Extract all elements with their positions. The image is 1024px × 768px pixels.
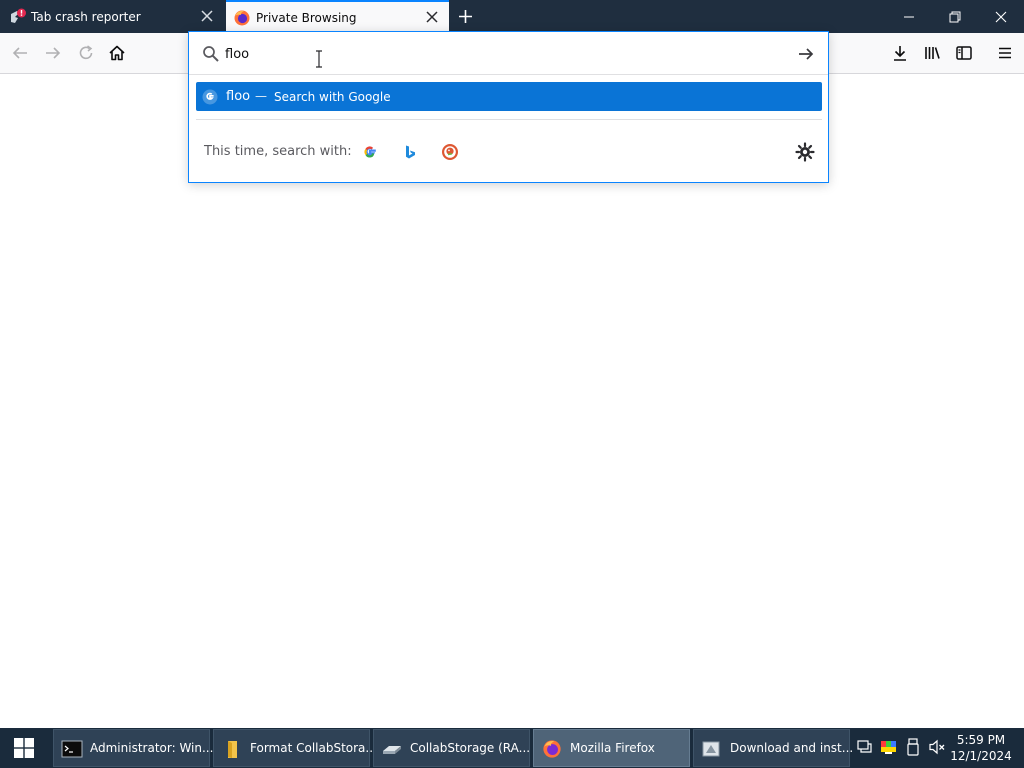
reload-icon xyxy=(79,45,93,60)
clock-time[interactable]: 5:59 PM xyxy=(940,733,1022,747)
tab-strip: Tab crash reporter Private Browsing xyxy=(0,0,1024,33)
close-icon xyxy=(995,11,1007,22)
taskbar-item-label: Mozilla Firefox xyxy=(570,741,655,755)
forward-arrow-icon xyxy=(46,47,61,59)
tab-label: Tab crash reporter xyxy=(31,10,141,24)
download-icon xyxy=(894,46,906,61)
forward-button[interactable] xyxy=(43,43,63,63)
duckduckgo-one-off-button[interactable] xyxy=(438,140,462,164)
bing-logo-icon xyxy=(406,145,415,159)
close-tab-icon[interactable] xyxy=(425,10,439,24)
taskbar-item-administrator[interactable]: Administrator: Win... xyxy=(53,729,214,767)
search-input[interactable] xyxy=(223,42,783,66)
tab-private-browsing[interactable]: Private Browsing xyxy=(226,0,449,33)
home-icon xyxy=(109,45,125,61)
network-icon[interactable] xyxy=(856,738,874,756)
restore-window-button[interactable] xyxy=(932,0,978,33)
reload-button[interactable] xyxy=(76,43,96,63)
back-button[interactable] xyxy=(10,43,30,63)
back-arrow-icon xyxy=(12,47,27,59)
suggestion-term: floo xyxy=(226,89,251,104)
taskbar-item-collabstorage[interactable]: CollabStorage (RA... xyxy=(373,729,530,767)
new-tab-plus-icon[interactable] xyxy=(457,8,474,25)
home-button[interactable] xyxy=(107,43,127,63)
usb-device-icon[interactable] xyxy=(904,738,922,756)
color-display-icon[interactable] xyxy=(880,738,898,756)
windows-logo-icon xyxy=(14,738,34,758)
search-suggestion-row[interactable]: floo — Search with Google xyxy=(196,82,822,111)
firefox-icon xyxy=(541,739,563,759)
google-one-off-button[interactable] xyxy=(358,140,382,164)
close-window-button[interactable] xyxy=(978,0,1024,33)
duckduckgo-logo-icon xyxy=(442,144,458,160)
search-field-row xyxy=(189,32,828,75)
firefox-logo-icon xyxy=(233,9,250,26)
minimize-icon xyxy=(904,16,914,17)
installer-icon xyxy=(701,739,723,759)
search-icon xyxy=(202,45,220,63)
library-icon xyxy=(925,47,940,59)
downloads-button[interactable] xyxy=(890,43,910,63)
taskbar-item-label: CollabStorage (RA... xyxy=(410,741,531,755)
start-button[interactable] xyxy=(0,728,48,768)
sidebar-icon xyxy=(956,46,972,60)
divider xyxy=(196,119,822,120)
taskbar-item-firefox[interactable]: Mozilla Firefox xyxy=(533,729,690,767)
search-go-arrow-icon[interactable] xyxy=(796,44,816,64)
suggestion-action-label: Search with Google xyxy=(274,90,391,104)
text-cursor-icon xyxy=(314,50,324,68)
folder-icon xyxy=(221,739,243,759)
taskbar-item-label: Download and inst... xyxy=(730,741,854,755)
one-off-search-label: This time, search with: xyxy=(204,144,352,159)
tab-crash-reporter[interactable]: Tab crash reporter xyxy=(0,0,223,33)
restore-icon xyxy=(949,11,961,22)
close-tab-icon[interactable] xyxy=(200,9,214,23)
tab-label: Private Browsing xyxy=(256,11,357,25)
hamburger-menu-icon xyxy=(999,47,1011,59)
windows-taskbar: Administrator: Win... Format CollabStora… xyxy=(0,728,1024,768)
taskbar-item-label: Format CollabStora... xyxy=(250,741,377,755)
terminal-icon xyxy=(61,739,83,759)
suggestion-separator: — xyxy=(255,89,267,103)
taskbar-item-download[interactable]: Download and inst... xyxy=(693,729,854,767)
google-logo-icon xyxy=(364,146,376,158)
taskbar-item-format[interactable]: Format CollabStora... xyxy=(213,729,377,767)
taskbar-item-label: Administrator: Win... xyxy=(90,741,214,755)
library-button[interactable] xyxy=(922,43,942,63)
drive-icon xyxy=(381,739,403,759)
search-popup: floo — Search with Google This time, sea… xyxy=(188,31,829,183)
crash-reporter-icon xyxy=(9,8,26,25)
bing-one-off-button[interactable] xyxy=(398,140,422,164)
google-engine-icon xyxy=(202,89,218,105)
search-settings-gear-icon[interactable] xyxy=(794,141,816,163)
minimize-window-button[interactable] xyxy=(886,0,932,33)
clock-date[interactable]: 12/1/2024 xyxy=(940,749,1022,763)
open-menu-button[interactable] xyxy=(995,43,1015,63)
sidebar-button[interactable] xyxy=(954,43,974,63)
